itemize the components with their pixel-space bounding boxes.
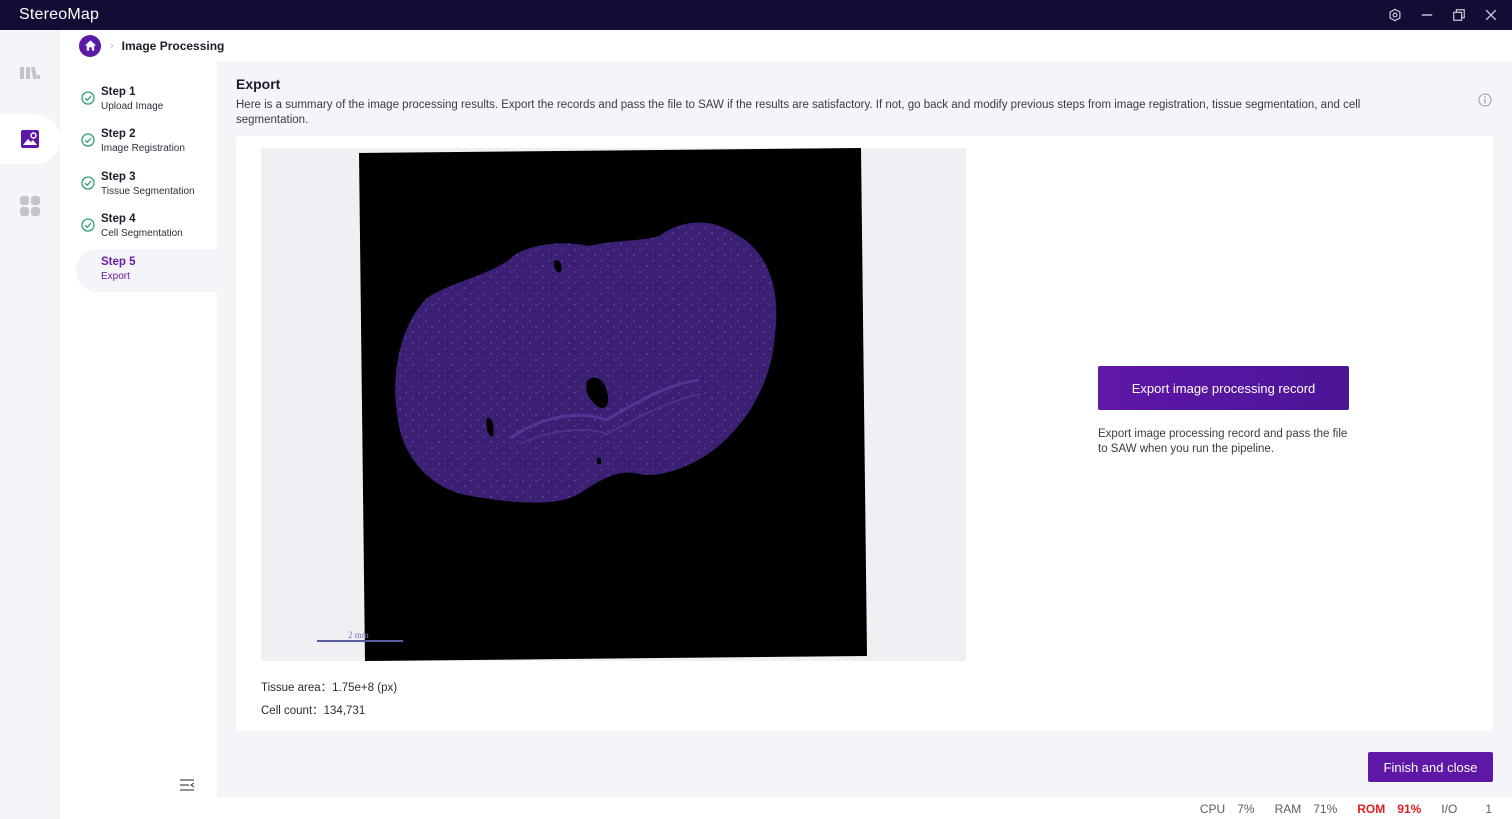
- breadcrumb-separator-icon: ›: [110, 39, 114, 52]
- title-bar: StereoMap: [0, 0, 1512, 30]
- minimize-icon[interactable]: [1418, 6, 1436, 24]
- breadcrumb: › Image Processing: [60, 30, 1512, 61]
- app-title: StereoMap: [19, 6, 100, 23]
- page-description: Here is a summary of the image processin…: [236, 99, 1361, 126]
- step-item-2[interactable]: Step 2 Image Registration: [76, 121, 217, 164]
- breadcrumb-current: Image Processing: [121, 38, 225, 53]
- check-circle-icon: [81, 91, 95, 105]
- rom-value: 91%: [1397, 802, 1422, 816]
- icon-rail: [0, 30, 60, 819]
- restore-icon[interactable]: [1450, 6, 1468, 24]
- cpu-value: 7%: [1237, 802, 1255, 816]
- step-item-5[interactable]: Step 5 Export: [76, 249, 217, 292]
- close-icon[interactable]: [1482, 6, 1500, 24]
- export-description: Export image processing record and pass …: [1098, 428, 1348, 455]
- finish-and-close-button[interactable]: Finish and close: [1368, 752, 1493, 782]
- step-subtitle: Upload Image: [101, 101, 164, 112]
- step-title: Step 4: [101, 213, 136, 225]
- cell-count-label: Cell count：: [261, 705, 324, 717]
- tissue-area-stat: Tissue area：1.75e+8 (px): [261, 679, 397, 695]
- cpu-label: CPU: [1199, 802, 1226, 816]
- rom-status: ROM 91%: [1357, 802, 1421, 816]
- ram-status: RAM 71%: [1275, 802, 1338, 816]
- gallery-icon[interactable]: [0, 48, 60, 98]
- tissue-image: [359, 148, 867, 661]
- steps-sidebar: Step 1 Upload Image Step 2 Image Registr…: [60, 61, 217, 819]
- tissue-image-preview[interactable]: 2 mm: [261, 148, 966, 661]
- io-label: I/O: [1441, 802, 1458, 816]
- settings-icon[interactable]: [1386, 6, 1404, 24]
- scale-bar-label: 2 mm: [348, 630, 369, 640]
- rom-label: ROM: [1357, 802, 1386, 816]
- collapse-menu-icon[interactable]: [178, 777, 196, 793]
- step-item-3[interactable]: Step 3 Tissue Segmentation: [76, 164, 217, 207]
- image-processing-icon[interactable]: [0, 114, 60, 164]
- window-controls: [1386, 0, 1500, 30]
- step-subtitle: Tissue Segmentation: [101, 186, 195, 197]
- home-icon[interactable]: [79, 34, 101, 57]
- status-bar: CPU 7% RAM 71% ROM 91% I/O 1: [217, 797, 1512, 819]
- tissue-area-label: Tissue area：: [261, 682, 333, 694]
- io-value: 1: [1485, 802, 1492, 816]
- page-title: Export: [236, 76, 281, 92]
- tissue-area-value: 1.75e+8 (px): [332, 682, 398, 694]
- resource-monitor: CPU 7% RAM 71% ROM 91% I/O 1: [1180, 802, 1492, 816]
- step-title: Step 2: [101, 128, 136, 140]
- cell-count-value: 134,731: [323, 705, 366, 717]
- scale-bar: [317, 640, 403, 642]
- step-item-4[interactable]: Step 4 Cell Segmentation: [76, 206, 217, 249]
- step-subtitle: Cell Segmentation: [101, 228, 183, 239]
- check-circle-icon: [81, 176, 95, 190]
- results-panel: 2 mm Tissue area：1.75e+8 (px) Cell count…: [236, 136, 1493, 731]
- step-title: Step 5: [101, 256, 136, 268]
- info-icon[interactable]: [1478, 93, 1492, 107]
- io-status: I/O 1: [1441, 802, 1492, 816]
- cpu-status: CPU 7%: [1200, 802, 1255, 816]
- step-subtitle: Image Registration: [101, 143, 185, 154]
- export-record-button[interactable]: Export image processing record: [1098, 366, 1349, 410]
- step-item-1[interactable]: Step 1 Upload Image: [76, 79, 217, 122]
- check-circle-icon: [81, 218, 95, 232]
- ram-label: RAM: [1274, 802, 1302, 816]
- check-circle-icon: [81, 133, 95, 147]
- apps-icon[interactable]: [0, 181, 60, 231]
- ram-value: 71%: [1313, 802, 1338, 816]
- step-title: Step 3: [101, 171, 136, 183]
- step-title: Step 1: [101, 86, 136, 98]
- cell-count-stat: Cell count：134,731: [261, 702, 365, 718]
- step-subtitle: Export: [101, 271, 130, 282]
